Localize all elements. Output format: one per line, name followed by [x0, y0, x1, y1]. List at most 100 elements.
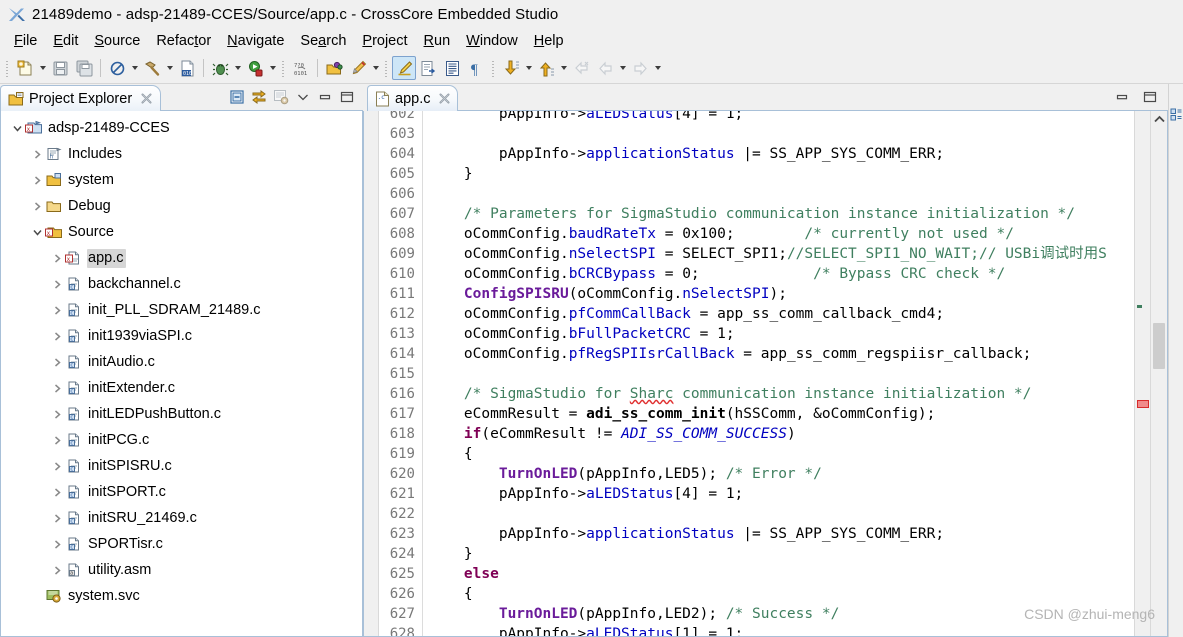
save-icon[interactable] [48, 56, 72, 80]
error-marker[interactable] [1137, 399, 1149, 408]
code-line[interactable]: /* SigmaStudio for Sharc communication i… [429, 384, 1134, 404]
restore-perspective-icon[interactable] [1170, 108, 1182, 127]
open-type-icon[interactable] [322, 56, 346, 80]
menu-edit[interactable]: Edit [45, 32, 86, 51]
tree-node-system-svc[interactable]: system.svc [1, 583, 362, 609]
code-line[interactable]: oCommConfig.baudRateTx = 0x100; /* curre… [429, 224, 1134, 244]
binary-file-icon[interactable]: 010 [175, 56, 199, 80]
chevron-right-icon[interactable] [29, 146, 45, 162]
code-line[interactable]: { [429, 444, 1134, 464]
chevron-right-icon[interactable] [49, 562, 65, 578]
disassembly-icon[interactable]: 7?0 0101 [289, 56, 313, 80]
code-line[interactable] [429, 364, 1134, 384]
chevron-right-icon[interactable] [49, 458, 65, 474]
tree-node-init1939viaspi-c[interactable]: c init1939viaSPI.c [1, 323, 362, 349]
code-line[interactable]: oCommConfig.pfCommCallBack = app_ss_comm… [429, 304, 1134, 324]
tree-node-source[interactable]: x Source [1, 219, 362, 245]
code-line[interactable] [429, 124, 1134, 144]
code-line[interactable] [429, 504, 1134, 524]
debug-bug-icon[interactable] [208, 56, 232, 80]
tree-node-backchannel-c[interactable]: c backchannel.c [1, 271, 362, 297]
build-hammer-icon[interactable] [140, 56, 164, 80]
project-tree[interactable]: x adsp-21489-CCES h Includes system Debug x Sou… [0, 111, 363, 637]
back-arrow-icon[interactable] [593, 56, 617, 80]
editor-vertical-scrollbar[interactable] [1150, 111, 1167, 636]
tree-node-utility-asm[interactable]: a utility.asm [1, 557, 362, 583]
menu-run[interactable]: Run [416, 32, 459, 51]
code-line[interactable]: eCommResult = adi_ss_comm_init(hSSComm, … [429, 404, 1134, 424]
save-all-icon[interactable] [72, 56, 96, 80]
view-filters-icon[interactable] [271, 87, 291, 107]
menu-navigate[interactable]: Navigate [219, 32, 292, 51]
tree-node-app-c[interactable]: x app.c [1, 245, 362, 271]
outline-doc-icon[interactable] [440, 56, 464, 80]
close-icon[interactable] [437, 91, 452, 106]
tree-node-init-pll-sdram-21489-c[interactable]: c init_PLL_SDRAM_21489.c [1, 297, 362, 323]
back-dropdown-arrow[interactable] [617, 57, 628, 79]
menu-help[interactable]: Help [526, 32, 572, 51]
menu-window[interactable]: Window [458, 32, 526, 51]
collapse-all-icon[interactable] [227, 87, 247, 107]
code-line[interactable]: TurnOnLED(pAppInfo,LED2); /* Success */ [429, 604, 1134, 624]
tree-node-initledpushbutton-c[interactable]: c initLEDPushButton.c [1, 401, 362, 427]
code-line[interactable]: } [429, 544, 1134, 564]
close-icon[interactable] [139, 91, 154, 106]
tree-node-includes[interactable]: h Includes [1, 141, 362, 167]
chevron-right-icon[interactable] [29, 172, 45, 188]
tree-node-initspisru-c[interactable]: c initSPISRU.c [1, 453, 362, 479]
next-annotation-dropdown-arrow[interactable] [523, 57, 534, 79]
run-green-icon[interactable] [243, 56, 267, 80]
chevron-right-icon[interactable] [49, 250, 65, 266]
code-line[interactable]: pAppInfo->aLEDStatus[4] = 1; [429, 111, 1134, 124]
build-dropdown-arrow[interactable] [164, 57, 175, 79]
toolbar-grip-2[interactable] [280, 58, 287, 78]
minimize-icon[interactable] [315, 87, 335, 107]
code-line[interactable]: oCommConfig.nSelectSPI = SELECT_SPI1;//S… [429, 244, 1134, 264]
chevron-right-icon[interactable] [49, 354, 65, 370]
back-history-icon[interactable] [569, 56, 593, 80]
scroll-up-icon[interactable] [1151, 111, 1167, 127]
pencil-marker-icon[interactable] [346, 56, 370, 80]
chevron-down-icon[interactable] [9, 120, 25, 136]
chevron-right-icon[interactable] [49, 510, 65, 526]
tree-node-adsp-21489-cces[interactable]: x adsp-21489-CCES [1, 115, 362, 141]
editor-code-area[interactable]: pAppInfo->aLEDStatus[4] = 1; pAppInfo->a… [423, 111, 1134, 636]
tree-node-sportisr-c[interactable]: c SPORTisr.c [1, 531, 362, 557]
menu-search[interactable]: Search [292, 32, 354, 51]
new-file-icon[interactable] [13, 56, 37, 80]
code-line[interactable]: oCommConfig.pfRegSPIIsrCallBack = app_ss… [429, 344, 1134, 364]
pencil-dropdown-arrow[interactable] [370, 57, 381, 79]
forward-arrow-icon[interactable] [628, 56, 652, 80]
tree-node-system[interactable]: system [1, 167, 362, 193]
tree-node-initsru-21469-c[interactable]: c initSRU_21469.c [1, 505, 362, 531]
tree-node-initpcg-c[interactable]: c initPCG.c [1, 427, 362, 453]
chevron-down-icon[interactable] [29, 224, 45, 240]
menu-project[interactable]: Project [354, 32, 415, 51]
code-line[interactable]: pAppInfo->applicationStatus |= SS_APP_SY… [429, 524, 1134, 544]
tab-app-c[interactable]: .c app.c [367, 85, 459, 111]
pilcrow-icon[interactable]: ¶ [464, 56, 488, 80]
tree-node-debug[interactable]: Debug [1, 193, 362, 219]
new-file-dropdown-arrow[interactable] [37, 57, 48, 79]
view-menu-chevron-icon[interactable] [293, 87, 313, 107]
toolbar-grip-3[interactable] [383, 58, 390, 78]
code-line[interactable]: else [429, 564, 1134, 584]
chevron-right-icon[interactable] [49, 432, 65, 448]
debug-dropdown-arrow[interactable] [232, 57, 243, 79]
toolbar-grip[interactable] [4, 58, 11, 78]
chevron-right-icon[interactable] [49, 536, 65, 552]
chevron-right-icon[interactable] [49, 484, 65, 500]
chevron-right-icon[interactable] [49, 302, 65, 318]
no-launch-dropdown-arrow[interactable] [129, 57, 140, 79]
tree-node-initsport-c[interactable]: c initSPORT.c [1, 479, 362, 505]
link-with-editor-icon[interactable] [249, 87, 269, 107]
export-doc-icon[interactable] [416, 56, 440, 80]
maximize-icon[interactable] [1140, 87, 1160, 107]
forward-dropdown-arrow[interactable] [652, 57, 663, 79]
editor-overview-ruler[interactable] [1134, 111, 1150, 636]
code-line[interactable]: /* Parameters for SigmaStudio communicat… [429, 204, 1134, 224]
no-launch-icon[interactable] [105, 56, 129, 80]
chevron-right-icon[interactable] [49, 380, 65, 396]
chevron-right-icon[interactable] [49, 406, 65, 422]
chevron-right-icon[interactable] [49, 328, 65, 344]
